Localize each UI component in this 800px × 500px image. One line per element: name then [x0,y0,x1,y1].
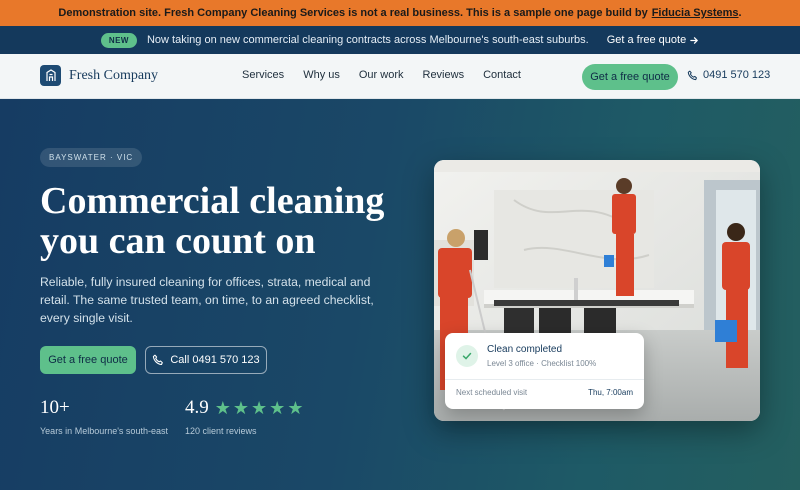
demo-banner-suffix: . [738,7,742,19]
nav-reviews[interactable]: Reviews [423,69,465,81]
hero-section: BAYSWATER · VIC Commercial cleaning you … [0,99,800,490]
announcement-bar: NEW Now taking on new commercial cleanin… [0,26,800,54]
star-icon: ★ [251,397,268,419]
demo-banner: Demonstration site. Fresh Company Cleani… [0,0,800,26]
location-badge: BAYSWATER · VIC [40,148,143,167]
demo-banner-text: Demonstration site. Fresh Company Cleani… [58,7,648,19]
status-detail: Level 3 office · Checklist 100% [487,359,597,368]
phone-icon [153,354,164,366]
nav-services[interactable]: Services [242,69,284,81]
building-icon [40,65,61,86]
announcement-message: Now taking on new commercial cleaning co… [146,34,589,46]
header-phone-number: 0491 570 123 [703,69,771,81]
header-quote-button[interactable]: Get a free quote [582,64,678,90]
check-icon [456,345,478,367]
clean-status-card: Clean completed Level 3 office · Checkli… [445,333,644,409]
nav-our-work[interactable]: Our work [359,69,404,81]
nav-why-us[interactable]: Why us [303,69,340,81]
star-icon: ★ [214,397,231,419]
page-bottom-strip [0,490,800,500]
announcement-quote-label: Get a free quote [606,34,687,46]
status-title: Clean completed [487,344,563,355]
star-icon: ★ [287,397,304,419]
hero-call-label: Call 0491 570 123 [170,354,260,366]
stat-years: 10+ Years in Melbourne's south-east [40,397,168,436]
brand-name: Fresh Company [69,67,159,83]
star-icon: ★ [232,397,250,419]
main-nav: Services Why us Our work Reviews Contact [242,69,521,81]
stat-years-label: Years in Melbourne's south-east [40,426,168,436]
header-phone-link[interactable]: 0491 570 123 [687,69,770,81]
hero-call-button[interactable]: Call 0491 570 123 [145,346,267,374]
stat-rating-value: 4.9 [185,397,209,418]
stat-rating: 4.9 ★ ★ ★ ★ ★ 120 client reviews [185,397,303,436]
status-divider [445,379,644,380]
hero-subtitle: Reliable, fully insured cleaning for off… [40,275,374,325]
nav-contact[interactable]: Contact [483,69,521,81]
phone-icon [687,70,697,80]
next-visit-time: Thu, 7:00am [588,388,633,397]
star-rating: ★ ★ ★ ★ ★ [215,398,304,419]
brand-logo[interactable]: Fresh Company [40,65,158,86]
stat-rating-label: 120 client reviews [185,426,257,436]
next-visit-label: Next scheduled visit [456,388,528,397]
new-badge: NEW [100,32,137,48]
star-icon: ★ [269,397,286,419]
announcement-quote-link[interactable]: Get a free quote [607,34,700,46]
arrow-right-icon [690,36,699,44]
fiducia-systems-link[interactable]: Fiducia Systems [652,7,739,19]
hero-title: Commercial cleaning you can count on [40,180,385,262]
hero-quote-button[interactable]: Get a free quote [40,346,136,374]
stat-years-value: 10+ [40,397,70,418]
site-header: Fresh Company Services Why us Our work R… [0,54,800,99]
